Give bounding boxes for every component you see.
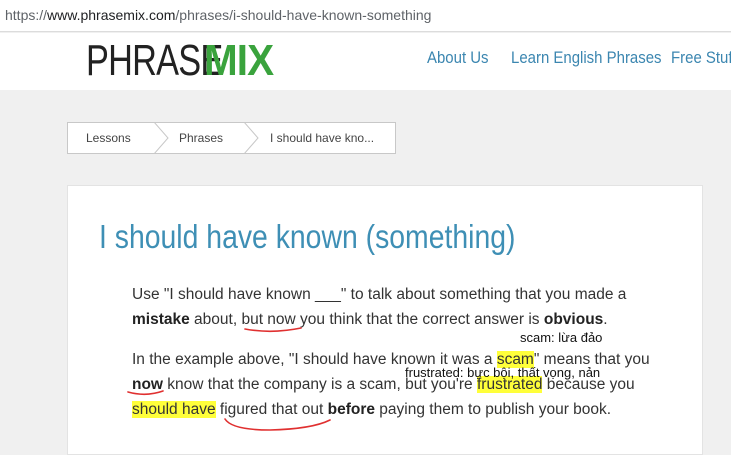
paragraph-1-line-1: Use "I should have known ___" to talk ab… (132, 286, 627, 303)
site-logo[interactable]: PHRASE MIX (86, 36, 274, 85)
text-segment: you think that the correct answer is (295, 311, 544, 328)
word-before: before (327, 401, 375, 418)
word-mistake: mistake (132, 311, 190, 328)
note-scam: scam: lừa đảo (520, 330, 603, 345)
word-now: now (132, 376, 163, 393)
text-segment: . (603, 311, 608, 328)
text-segment: paying them to publish your book. (375, 401, 612, 418)
page-title: I should have known (something) (99, 218, 516, 255)
word-but-now: but now (241, 311, 296, 328)
url-host: www.phrasemix.com (47, 7, 176, 23)
paragraph-2-line-3: should have figured that out before payi… (132, 401, 611, 419)
nav-learn-english-phrases[interactable]: Learn English Phrases (511, 48, 662, 68)
logo-phrase: PHRASE (86, 36, 223, 85)
highlight-should-have: should have (132, 401, 216, 418)
breadcrumb-phrases[interactable]: Phrases (179, 131, 223, 145)
breadcrumb-current: I should have kno... (270, 131, 375, 145)
nav-about-us[interactable]: About Us (427, 48, 489, 68)
breadcrumb: Lessons Phrases I should have kno... (67, 122, 396, 154)
url-scheme: https:// (5, 7, 48, 23)
word-obvious: obvious (543, 311, 604, 328)
address-bar[interactable]: https://www.phrasemix.com/phrases/i-shou… (0, 0, 731, 32)
text-segment: about, (189, 311, 242, 328)
nav-free-stuff[interactable]: Free Stuff (671, 48, 731, 68)
text-segment: figured that out (215, 401, 328, 418)
site-header: PHRASE MIX About Us Learn English Phrase… (0, 33, 731, 90)
url-path: /phrases/i-should-have-known-something (175, 7, 432, 23)
paragraph-1-line-2: mistake about, but now you think that th… (132, 311, 608, 329)
breadcrumb-separator-icon (153, 122, 169, 154)
logo-mix: MIX (204, 36, 274, 85)
breadcrumb-separator-icon (243, 122, 259, 154)
note-frustrated: frustrated: bực bội, thất vọng, nản (405, 365, 601, 380)
url-text[interactable]: https://www.phrasemix.com/phrases/i-shou… (5, 7, 431, 23)
breadcrumb-lessons[interactable]: Lessons (86, 131, 131, 145)
